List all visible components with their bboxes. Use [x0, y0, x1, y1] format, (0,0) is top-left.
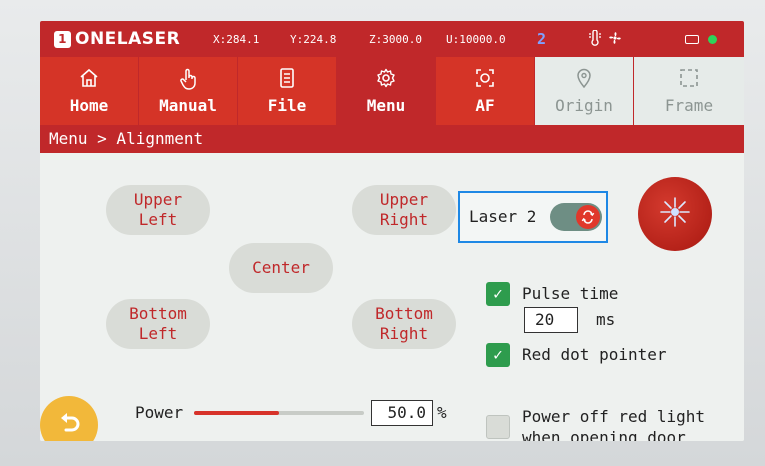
laser-burst-icon — [658, 195, 692, 233]
pulse-time-label: Pulse time — [522, 284, 619, 303]
upper-left-button[interactable]: Upper Left — [106, 185, 210, 235]
breadcrumb: Menu > Alignment — [40, 125, 744, 153]
tab-menu-label: Menu — [366, 95, 406, 115]
autofocus-icon — [475, 68, 495, 92]
bottom-right-button[interactable]: Bottom Right — [352, 299, 456, 349]
tab-file[interactable]: File — [238, 57, 336, 125]
red-dot-checkbox[interactable]: ✓ — [486, 343, 510, 367]
upper-right-button[interactable]: Upper Right — [352, 185, 456, 235]
tab-af-label: AF — [475, 95, 495, 115]
tab-bar: Home Manual File Menu AF Origin Frame — [40, 57, 744, 125]
undo-arrow-icon — [56, 410, 82, 440]
laser-toggle[interactable] — [550, 203, 602, 231]
pulse-time-input[interactable]: 20 — [524, 307, 578, 333]
pulse-time-checkbox[interactable]: ✓ — [486, 282, 510, 306]
power-off-light-label-line2: when opening door — [522, 428, 686, 441]
tab-af[interactable]: AF — [436, 57, 534, 125]
center-button[interactable]: Center — [229, 243, 333, 293]
gear-icon — [376, 68, 396, 92]
alignment-panel: Upper Left Upper Right Center Bottom Left B… — [40, 153, 744, 441]
power-off-light-checkbox[interactable] — [486, 415, 510, 439]
battery-icon — [685, 35, 699, 44]
fan-icon — [607, 30, 623, 50]
pulse-time-unit: ms — [596, 310, 616, 329]
tab-origin[interactable]: Origin — [535, 57, 633, 125]
temperature-icon — [588, 29, 602, 50]
home-icon — [79, 68, 99, 92]
status-bar: 1 ONELASER X:284.1 Y:224.8 Z:3000.0 U:10… — [40, 21, 744, 57]
back-button[interactable] — [40, 396, 98, 441]
laser-select-box: Laser 2 — [458, 191, 608, 243]
laser-toggle-label: Laser 2 — [469, 207, 537, 226]
tab-home[interactable]: Home — [40, 57, 138, 125]
logo-badge: 1 — [54, 30, 71, 48]
file-icon — [278, 67, 296, 92]
y-coordinate: Y:224.8 — [290, 33, 337, 46]
touch-screen: 1 ONELASER X:284.1 Y:224.8 Z:3000.0 U:10… — [40, 21, 744, 441]
tab-frame-label: Frame — [664, 95, 714, 115]
tab-home-label: Home — [69, 95, 109, 115]
connection-dot — [708, 35, 717, 44]
red-dot-label: Red dot pointer — [522, 345, 667, 364]
power-input[interactable]: 50.0 — [371, 400, 433, 426]
logo-text: ONELASER — [75, 29, 181, 49]
power-off-light-label-line1: Power off red light — [522, 407, 706, 426]
hand-pointer-icon — [178, 68, 198, 92]
power-slider[interactable] — [194, 411, 364, 415]
frame-icon — [679, 68, 699, 92]
tab-origin-label: Origin — [555, 95, 613, 115]
tab-menu[interactable]: Menu — [337, 57, 435, 125]
u-coordinate: U:10000.0 — [446, 33, 506, 46]
active-laser-number: 2 — [537, 30, 547, 48]
swap-icon — [576, 205, 600, 229]
tab-frame[interactable]: Frame — [634, 57, 744, 125]
tab-file-label: File — [267, 95, 307, 115]
tab-manual-label: Manual — [159, 95, 217, 115]
bottom-left-button[interactable]: Bottom Left — [106, 299, 210, 349]
power-slider-fill — [194, 411, 279, 415]
fire-laser-button[interactable] — [638, 177, 712, 251]
power-unit: % — [437, 403, 447, 422]
tab-manual[interactable]: Manual — [139, 57, 237, 125]
power-label: Power — [135, 403, 184, 422]
location-pin-icon — [575, 68, 593, 92]
x-coordinate: X:284.1 — [213, 33, 260, 46]
z-coordinate: Z:3000.0 — [369, 33, 422, 46]
brand-logo: 1 ONELASER — [54, 27, 180, 51]
